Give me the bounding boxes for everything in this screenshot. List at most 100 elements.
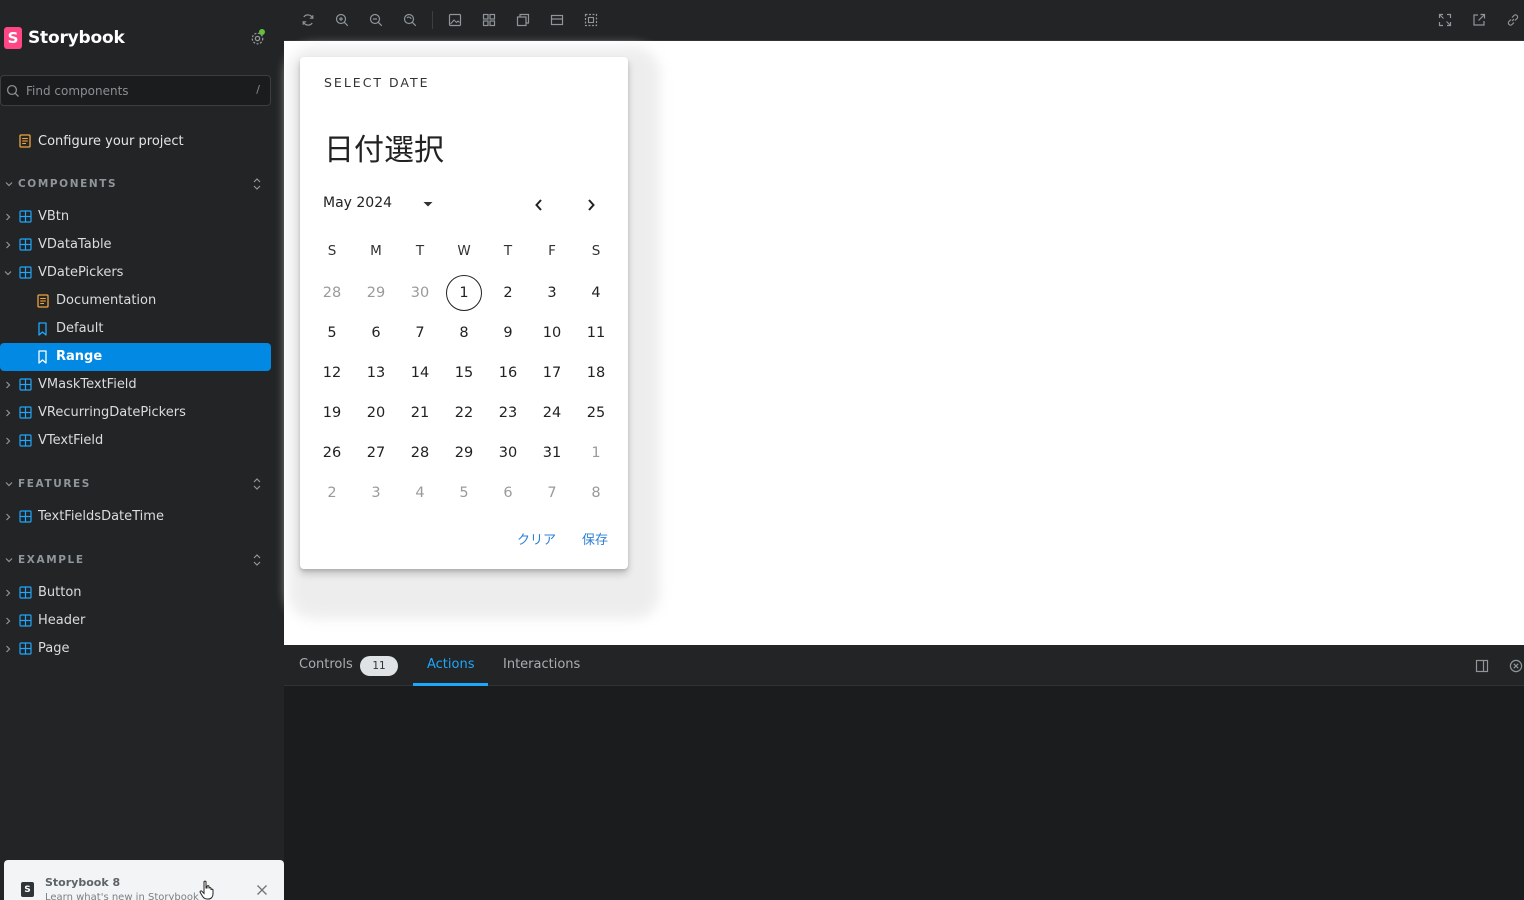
calendar-day[interactable]: 5 [310,313,354,353]
previous-month-button[interactable] [528,196,550,214]
month-year-selector[interactable]: May 2024 [323,195,433,211]
calendar-day[interactable]: 6 [354,313,398,353]
sidebar-item-label: Header [38,613,86,628]
sidebar-item-textfieldsdatetime[interactable]: TextFieldsDateTime [0,503,271,531]
sidebar-item-vtextfield[interactable]: VTextField [0,427,271,455]
calendar-day[interactable]: 11 [574,313,618,353]
calendar-day-today[interactable]: 1 [442,273,486,313]
weekday-label: T [415,243,425,259]
chevron-down-icon [5,558,13,563]
measure-button[interactable] [515,12,531,28]
calendar-day[interactable]: 30 [398,273,442,313]
section-features[interactable]: FEATURES [0,474,271,494]
whats-new-notification[interactable]: S Storybook 8 Learn what's new in Storyb… [4,860,284,900]
calendar-day[interactable]: 2 [310,473,354,513]
save-button[interactable]: 保存 [582,529,608,548]
calendar-day[interactable]: 4 [398,473,442,513]
viewport-button[interactable] [549,12,565,28]
weekday-label: T [503,243,513,259]
calendar-day[interactable]: 29 [354,273,398,313]
next-month-button[interactable] [580,196,602,214]
search-box[interactable]: / [0,75,271,106]
calendar-day[interactable]: 18 [574,353,618,393]
calendar-day[interactable]: 1 [574,433,618,473]
storybook-brand[interactable]: S Storybook [4,26,125,50]
sidebar-item-vdatatable[interactable]: VDataTable [0,231,271,259]
calendar-day[interactable]: 24 [530,393,574,433]
calendar-day[interactable]: 14 [398,353,442,393]
calendar-day[interactable]: 30 [486,433,530,473]
calendar-day[interactable]: 9 [486,313,530,353]
calendar-day[interactable]: 29 [442,433,486,473]
sidebar-item-button[interactable]: Button [0,579,271,607]
zoom-in-button[interactable] [334,12,350,28]
calendar-day[interactable]: 25 [574,393,618,433]
calendar-day[interactable]: 28 [398,433,442,473]
clear-button[interactable]: クリア [517,529,556,548]
calendar-day[interactable]: 27 [354,433,398,473]
sidebar-item-default[interactable]: Default [0,315,271,343]
calendar-day[interactable]: 8 [442,313,486,353]
calendar-day[interactable]: 20 [354,393,398,433]
fullscreen-button[interactable] [1437,12,1453,28]
tab-actions[interactable]: Actions [427,657,475,672]
expand-collapse-icon[interactable] [251,476,263,492]
calendar-day[interactable]: 31 [530,433,574,473]
calendar-day[interactable]: 26 [310,433,354,473]
remount-button[interactable] [300,12,316,28]
sidebar-item-label: VMaskTextField [38,377,137,392]
calendar-day[interactable]: 3 [530,273,574,313]
settings-button[interactable] [247,28,267,48]
tab-interactions[interactable]: Interactions [503,657,580,672]
close-icon[interactable] [256,884,268,896]
sidebar-item-vdatepickers[interactable]: VDatePickers [0,259,271,287]
sidebar-item-page[interactable]: Page [0,635,271,663]
calendar-day[interactable]: 8 [574,473,618,513]
sidebar-item-vbtn[interactable]: VBtn [0,203,271,231]
calendar-day[interactable]: 16 [486,353,530,393]
calendar-day[interactable]: 21 [398,393,442,433]
zoom-reset-button[interactable] [402,12,418,28]
calendar-day[interactable]: 7 [398,313,442,353]
section-example[interactable]: EXAMPLE [0,550,271,570]
calendar-day[interactable]: 22 [442,393,486,433]
close-panel-button[interactable] [1508,658,1524,674]
calendar-day[interactable]: 19 [310,393,354,433]
expand-collapse-icon[interactable] [251,552,263,568]
section-components[interactable]: COMPONENTS [0,174,271,194]
search-icon [6,84,19,97]
copy-link-button[interactable] [1505,12,1521,28]
sidebar-item-range[interactable]: Range [0,343,271,371]
calendar-day[interactable]: 5 [442,473,486,513]
date-picker: SELECT DATE 日付選択 May 2024 S M T W T F S … [300,57,628,569]
chevron-down-icon [5,182,13,187]
calendar-day[interactable]: 15 [442,353,486,393]
calendar-day[interactable]: 6 [486,473,530,513]
tab-controls[interactable]: Controls [299,657,353,672]
calendar-day[interactable]: 17 [530,353,574,393]
search-input[interactable] [26,83,246,98]
open-new-tab-button[interactable] [1471,12,1487,28]
calendar-day[interactable]: 2 [486,273,530,313]
panel-orientation-button[interactable] [1474,658,1490,674]
background-button[interactable] [447,12,463,28]
calendar-week: 12 13 14 15 16 17 18 [310,353,618,393]
calendar-day[interactable]: 28 [310,273,354,313]
calendar-day[interactable]: 4 [574,273,618,313]
calendar-day[interactable]: 7 [530,473,574,513]
sidebar-item-label: Page [38,641,70,656]
calendar-day[interactable]: 13 [354,353,398,393]
calendar-day[interactable]: 3 [354,473,398,513]
configure-project-link[interactable]: Configure your project [19,131,184,151]
grid-button[interactable] [481,12,497,28]
calendar-day[interactable]: 12 [310,353,354,393]
calendar-day[interactable]: 10 [530,313,574,353]
outline-button[interactable] [583,12,599,28]
sidebar-item-vmasktextfield[interactable]: VMaskTextField [0,371,271,399]
zoom-out-button[interactable] [368,12,384,28]
sidebar-item-vrecurringdatepickers[interactable]: VRecurringDatePickers [0,399,271,427]
sidebar-item-documentation[interactable]: Documentation [0,287,271,315]
calendar-day[interactable]: 23 [486,393,530,433]
expand-collapse-icon[interactable] [251,176,263,192]
sidebar-item-header[interactable]: Header [0,607,271,635]
